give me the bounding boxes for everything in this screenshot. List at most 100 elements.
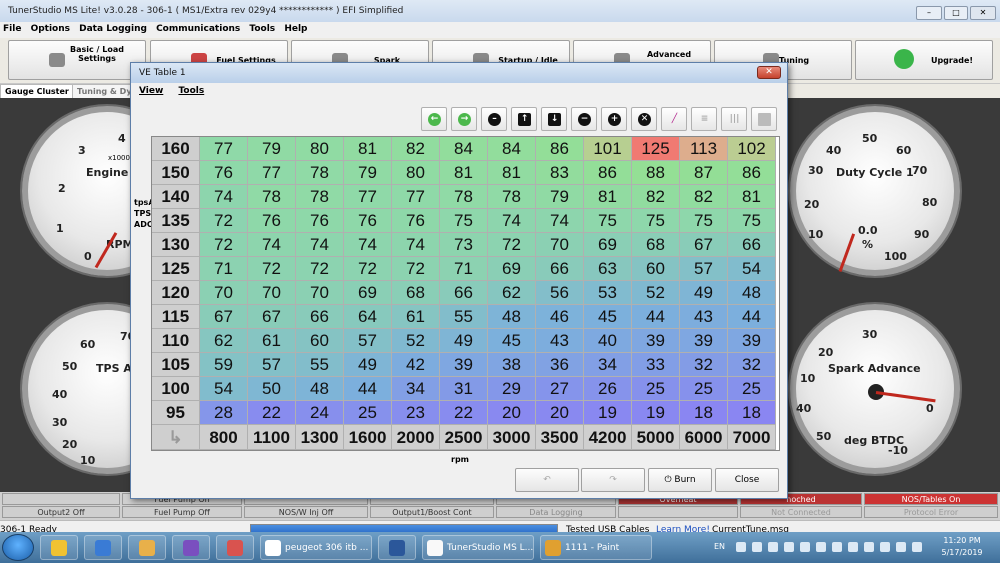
ve-cell[interactable]: 48 <box>728 281 776 305</box>
smooth-button[interactable] <box>751 107 777 131</box>
display-tray-icon[interactable] <box>784 542 794 552</box>
ve-cell[interactable]: 44 <box>344 377 392 401</box>
ve-cell[interactable]: 36 <box>536 353 584 377</box>
ve-cell[interactable]: 81 <box>488 161 536 185</box>
taskbar-item[interactable] <box>378 535 416 560</box>
ve-cell[interactable]: 81 <box>440 161 488 185</box>
menu-tools[interactable]: Tools <box>246 22 278 34</box>
ve-cell[interactable]: 84 <box>488 137 536 161</box>
x-axis-cell[interactable]: 1100 <box>248 425 296 450</box>
ve-cell[interactable]: 78 <box>488 185 536 209</box>
ve-cell[interactable]: 18 <box>728 401 776 425</box>
y-axis-cell[interactable]: 115 <box>152 305 200 329</box>
ve-cell[interactable]: 27 <box>536 377 584 401</box>
x-axis-cell[interactable]: 1300 <box>296 425 344 450</box>
ve-cell[interactable]: 76 <box>248 209 296 233</box>
ve-cell[interactable]: 19 <box>632 401 680 425</box>
ve-cell[interactable]: 19 <box>584 401 632 425</box>
pen-button[interactable]: ╱ <box>661 107 687 131</box>
y-axis-cell[interactable]: 130 <box>152 233 200 257</box>
undo-all-button[interactable]: ↶ <box>515 468 579 492</box>
y-axis-cell[interactable]: 125 <box>152 257 200 281</box>
taskbar-item[interactable] <box>84 535 122 560</box>
burn-button[interactable]: ⏻ Burn <box>648 468 712 492</box>
ve-cell[interactable]: 52 <box>392 329 440 353</box>
y-axis-cell[interactable]: 110 <box>152 329 200 353</box>
ve-cell[interactable]: 86 <box>584 161 632 185</box>
ve-cell[interactable]: 79 <box>344 161 392 185</box>
taskbar-item[interactable]: peugeot 306 itb ... <box>260 535 372 560</box>
ve-cell[interactable]: 86 <box>728 161 776 185</box>
ve-cell[interactable]: 75 <box>440 209 488 233</box>
ve-cell[interactable]: 72 <box>296 257 344 281</box>
ve-cell[interactable]: 44 <box>728 305 776 329</box>
start-button[interactable] <box>2 534 34 561</box>
ve-cell[interactable]: 74 <box>200 185 248 209</box>
ve-cell[interactable]: 44 <box>632 305 680 329</box>
x-axis-cell[interactable]: 6000 <box>680 425 728 450</box>
device-tray-icon[interactable] <box>768 542 778 552</box>
ve-cell[interactable]: 72 <box>392 257 440 281</box>
ve-cell[interactable]: 66 <box>296 305 344 329</box>
ve-cell[interactable]: 25 <box>680 377 728 401</box>
ve-cell[interactable]: 74 <box>488 209 536 233</box>
ve-cell[interactable]: 31 <box>440 377 488 401</box>
x-axis-cell[interactable]: 3000 <box>488 425 536 450</box>
ve-cell[interactable]: 69 <box>584 233 632 257</box>
ve-cell[interactable]: 48 <box>296 377 344 401</box>
ve-cell[interactable]: 34 <box>392 377 440 401</box>
menu-file[interactable]: File <box>0 22 24 34</box>
ve-cell[interactable]: 72 <box>488 233 536 257</box>
interpolate-rows-button[interactable]: ≡ <box>691 107 717 131</box>
ve-cell[interactable]: 72 <box>344 257 392 281</box>
ve-cell[interactable]: 74 <box>536 209 584 233</box>
ve-cell[interactable]: 70 <box>200 281 248 305</box>
taskbar-item[interactable] <box>172 535 210 560</box>
taskbar-item[interactable]: TunerStudio MS L... <box>422 535 534 560</box>
language-indicator[interactable]: EN <box>714 542 725 551</box>
ve-cell[interactable]: 76 <box>344 209 392 233</box>
cancel-button[interactable]: ✕ <box>631 107 657 131</box>
ve-cell[interactable]: 75 <box>632 209 680 233</box>
ve-cell[interactable]: 82 <box>392 137 440 161</box>
ve-cell[interactable]: 81 <box>728 185 776 209</box>
y-axis-cell[interactable]: 120 <box>152 281 200 305</box>
ve-cell[interactable]: 69 <box>488 257 536 281</box>
upgrade-button[interactable]: Upgrade! <box>855 40 993 80</box>
ve-cell[interactable]: 34 <box>584 353 632 377</box>
ve-cell[interactable]: 25 <box>728 377 776 401</box>
ve-cell[interactable]: 72 <box>200 209 248 233</box>
ve-cell[interactable]: 61 <box>392 305 440 329</box>
ve-cell[interactable]: 46 <box>536 305 584 329</box>
ve-cell[interactable]: 71 <box>200 257 248 281</box>
ve-cell[interactable]: 39 <box>728 329 776 353</box>
ve-cell[interactable]: 74 <box>248 233 296 257</box>
taskbar-item[interactable]: 1111 - Paint <box>540 535 652 560</box>
ve-cell[interactable]: 75 <box>680 209 728 233</box>
maximize-button[interactable]: □ <box>944 6 968 20</box>
ve-cell[interactable]: 20 <box>488 401 536 425</box>
x-axis-cell[interactable]: 2000 <box>392 425 440 450</box>
ve-cell[interactable]: 32 <box>680 353 728 377</box>
ve-cell[interactable]: 67 <box>680 233 728 257</box>
ve-cell[interactable]: 67 <box>200 305 248 329</box>
ve-cell[interactable]: 39 <box>632 329 680 353</box>
ve-cell[interactable]: 26 <box>584 377 632 401</box>
x-axis-cell[interactable]: 3500 <box>536 425 584 450</box>
taskbar-item[interactable] <box>40 535 78 560</box>
y-axis-cell[interactable]: 95 <box>152 401 200 425</box>
y-axis-cell[interactable]: 140 <box>152 185 200 209</box>
ve-cell[interactable]: 20 <box>536 401 584 425</box>
ve-cell[interactable]: 82 <box>632 185 680 209</box>
interpolate-cols-button[interactable]: ||| <box>721 107 747 131</box>
ve-cell[interactable]: 54 <box>728 257 776 281</box>
y-axis-cell[interactable]: 160 <box>152 137 200 161</box>
ve-cell[interactable]: 24 <box>296 401 344 425</box>
ve-cell[interactable]: 78 <box>296 161 344 185</box>
ve-cell[interactable]: 55 <box>296 353 344 377</box>
ve-cell[interactable]: 77 <box>344 185 392 209</box>
ve-cell[interactable]: 83 <box>536 161 584 185</box>
y-axis-cell[interactable]: 150 <box>152 161 200 185</box>
ve-cell[interactable]: 71 <box>440 257 488 281</box>
ve-cell[interactable]: 79 <box>536 185 584 209</box>
